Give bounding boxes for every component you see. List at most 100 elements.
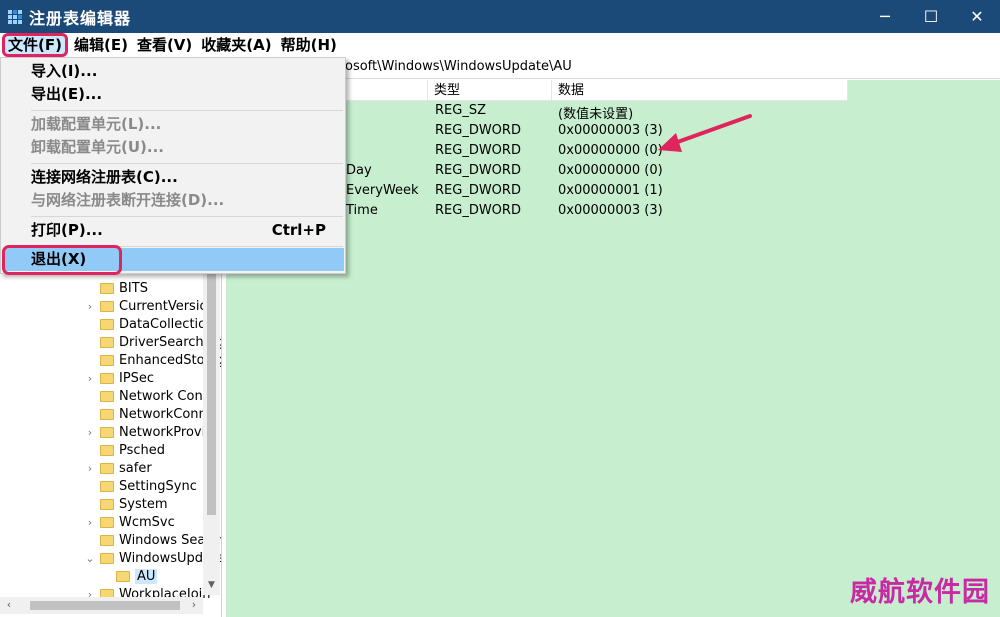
menu-bar: 文件(F) 编辑(E) 查看(V) 收藏夹(A) 帮助(H): [0, 33, 1000, 57]
value-name: Day: [346, 163, 372, 178]
chevron-down-icon[interactable]: ▼: [203, 580, 220, 594]
close-button[interactable]: ✕: [954, 0, 1000, 33]
tree-item-label: CurrentVersion: [119, 298, 216, 314]
expander-icon: [84, 351, 96, 369]
chevron-right-icon[interactable]: ›: [84, 297, 96, 315]
folder-icon: [100, 444, 114, 456]
value-type: REG_DWORD: [435, 203, 521, 218]
folder-icon: [100, 318, 114, 330]
tree-item[interactable]: › IPSec: [84, 369, 154, 387]
chevron-right-icon[interactable]: ›: [187, 598, 201, 612]
expander-icon: [84, 387, 96, 405]
expander-icon: [84, 441, 96, 459]
expander-icon: [84, 495, 96, 513]
tree-item[interactable]: › safer: [84, 459, 152, 477]
tree-item[interactable]: NetworkConne: [84, 405, 215, 423]
tree-item[interactable]: EnhancedStorage: [84, 351, 221, 369]
menu-separator: [31, 110, 343, 111]
tree-item-label: NetworkConne: [119, 406, 215, 422]
folder-icon: [100, 516, 114, 528]
address-path[interactable]: osoft\Windows\WindowsUpdate\AU: [345, 59, 572, 74]
tree-item[interactable]: Psched: [84, 441, 165, 459]
tree-item-label: BITS: [119, 280, 148, 296]
expander-icon: [84, 531, 96, 549]
tree-item[interactable]: Windows Search: [84, 531, 221, 549]
chevron-right-icon[interactable]: ›: [84, 459, 96, 477]
value-name: Time: [346, 203, 378, 218]
menu-help[interactable]: 帮助(H): [278, 33, 340, 57]
title-bar: 注册表编辑器 ─ ☐ ✕: [0, 0, 1000, 33]
tree-item[interactable]: BITS: [84, 279, 148, 297]
tree-item-label: Psched: [119, 442, 166, 458]
tree-item[interactable]: › NetworkProvid: [84, 423, 214, 441]
window-title: 注册表编辑器: [29, 8, 132, 28]
tree-item[interactable]: DataCollection: [84, 315, 214, 333]
menu-item-export[interactable]: 导出(E)...: [4, 83, 344, 106]
scrollbar-thumb[interactable]: [207, 270, 216, 515]
folder-icon: [100, 426, 114, 438]
tree-item[interactable]: System: [84, 495, 167, 513]
menu-edit[interactable]: 编辑(E): [71, 33, 131, 57]
expander-icon: [84, 477, 96, 495]
value-type: REG_SZ: [435, 103, 486, 118]
value-type: REG_DWORD: [435, 163, 521, 178]
tree-item-au[interactable]: AU: [100, 567, 158, 585]
folder-icon: [100, 390, 114, 402]
tree-item[interactable]: SettingSync: [84, 477, 197, 495]
scrollbar-thumb[interactable]: [30, 601, 180, 610]
tree-item-label: Network Conn: [119, 388, 211, 404]
annotation-arrow-icon: [658, 114, 752, 152]
value-data: 0x00000001 (1): [558, 183, 663, 198]
folder-icon: [100, 534, 114, 546]
value-data: 0x00000003 (3): [558, 203, 663, 218]
tree-item-label: AU: [135, 568, 158, 584]
tree-item-label: WcmSvc: [119, 514, 175, 530]
menu-file[interactable]: 文件(F): [2, 33, 68, 57]
tree-item-label: System: [119, 496, 168, 512]
tree-item-label: NetworkProvid: [119, 424, 214, 440]
expander-icon: [84, 315, 96, 333]
tree-item-label: IPSec: [119, 370, 155, 386]
menu-item-load-hive: 加载配置单元(L)...: [31, 115, 162, 133]
expander-icon: [84, 333, 96, 351]
file-menu-dropdown: 导入(I)... 导出(E)... 加载配置单元(L)... 卸载配置单元(U)…: [0, 57, 346, 275]
column-header-type[interactable]: 类型: [428, 80, 552, 101]
tree-item[interactable]: Network Conn: [84, 387, 211, 405]
folder-icon: [100, 480, 114, 492]
tree-item[interactable]: › WcmSvc: [84, 513, 175, 531]
chevron-right-icon[interactable]: ›: [84, 423, 96, 441]
menu-item-connect-network-registry[interactable]: 连接网络注册表(C)...: [4, 166, 344, 189]
menu-item-import[interactable]: 导入(I)...: [4, 60, 344, 83]
value-data: 0x00000000 (0): [558, 163, 663, 178]
value-name: EveryWeek: [346, 183, 419, 198]
column-header-data[interactable]: 数据: [552, 80, 848, 101]
chevron-left-icon[interactable]: ‹: [2, 598, 16, 612]
menu-separator: [31, 216, 343, 217]
chevron-right-icon[interactable]: ›: [84, 369, 96, 387]
value-data: (数值未设置): [558, 107, 634, 122]
value-data: 0x00000000 (0): [558, 143, 663, 158]
menu-favorites[interactable]: 收藏夹(A): [198, 33, 274, 57]
tree-item[interactable]: ⌄ WindowsUpdate: [84, 549, 221, 567]
exit-highlight-box: [2, 245, 122, 275]
folder-icon: [100, 300, 114, 312]
tree-horizontal-scrollbar[interactable]: ‹ ›: [0, 597, 203, 614]
chevron-right-icon[interactable]: ›: [84, 513, 96, 531]
menu-view[interactable]: 查看(V): [134, 33, 195, 57]
minimize-button[interactable]: ─: [862, 0, 908, 33]
print-shortcut: Ctrl+P: [271, 221, 326, 239]
folder-icon: [100, 552, 114, 564]
value-type: REG_DWORD: [435, 183, 521, 198]
maximize-button[interactable]: ☐: [908, 0, 954, 33]
regedit-app-icon: [8, 9, 22, 24]
menu-item-print[interactable]: 打印(P)... Ctrl+P: [4, 219, 344, 242]
folder-icon: [100, 372, 114, 384]
folder-icon: [100, 282, 114, 294]
folder-icon: [116, 570, 130, 582]
menu-item-print-label: 打印(P)...: [31, 221, 103, 239]
folder-icon: [100, 354, 114, 366]
chevron-down-icon[interactable]: ⌄: [84, 549, 96, 567]
tree-item-label: SettingSync: [119, 478, 197, 494]
tree-item[interactable]: › CurrentVersion: [84, 297, 216, 315]
tree-item[interactable]: DriverSearching: [84, 333, 221, 351]
